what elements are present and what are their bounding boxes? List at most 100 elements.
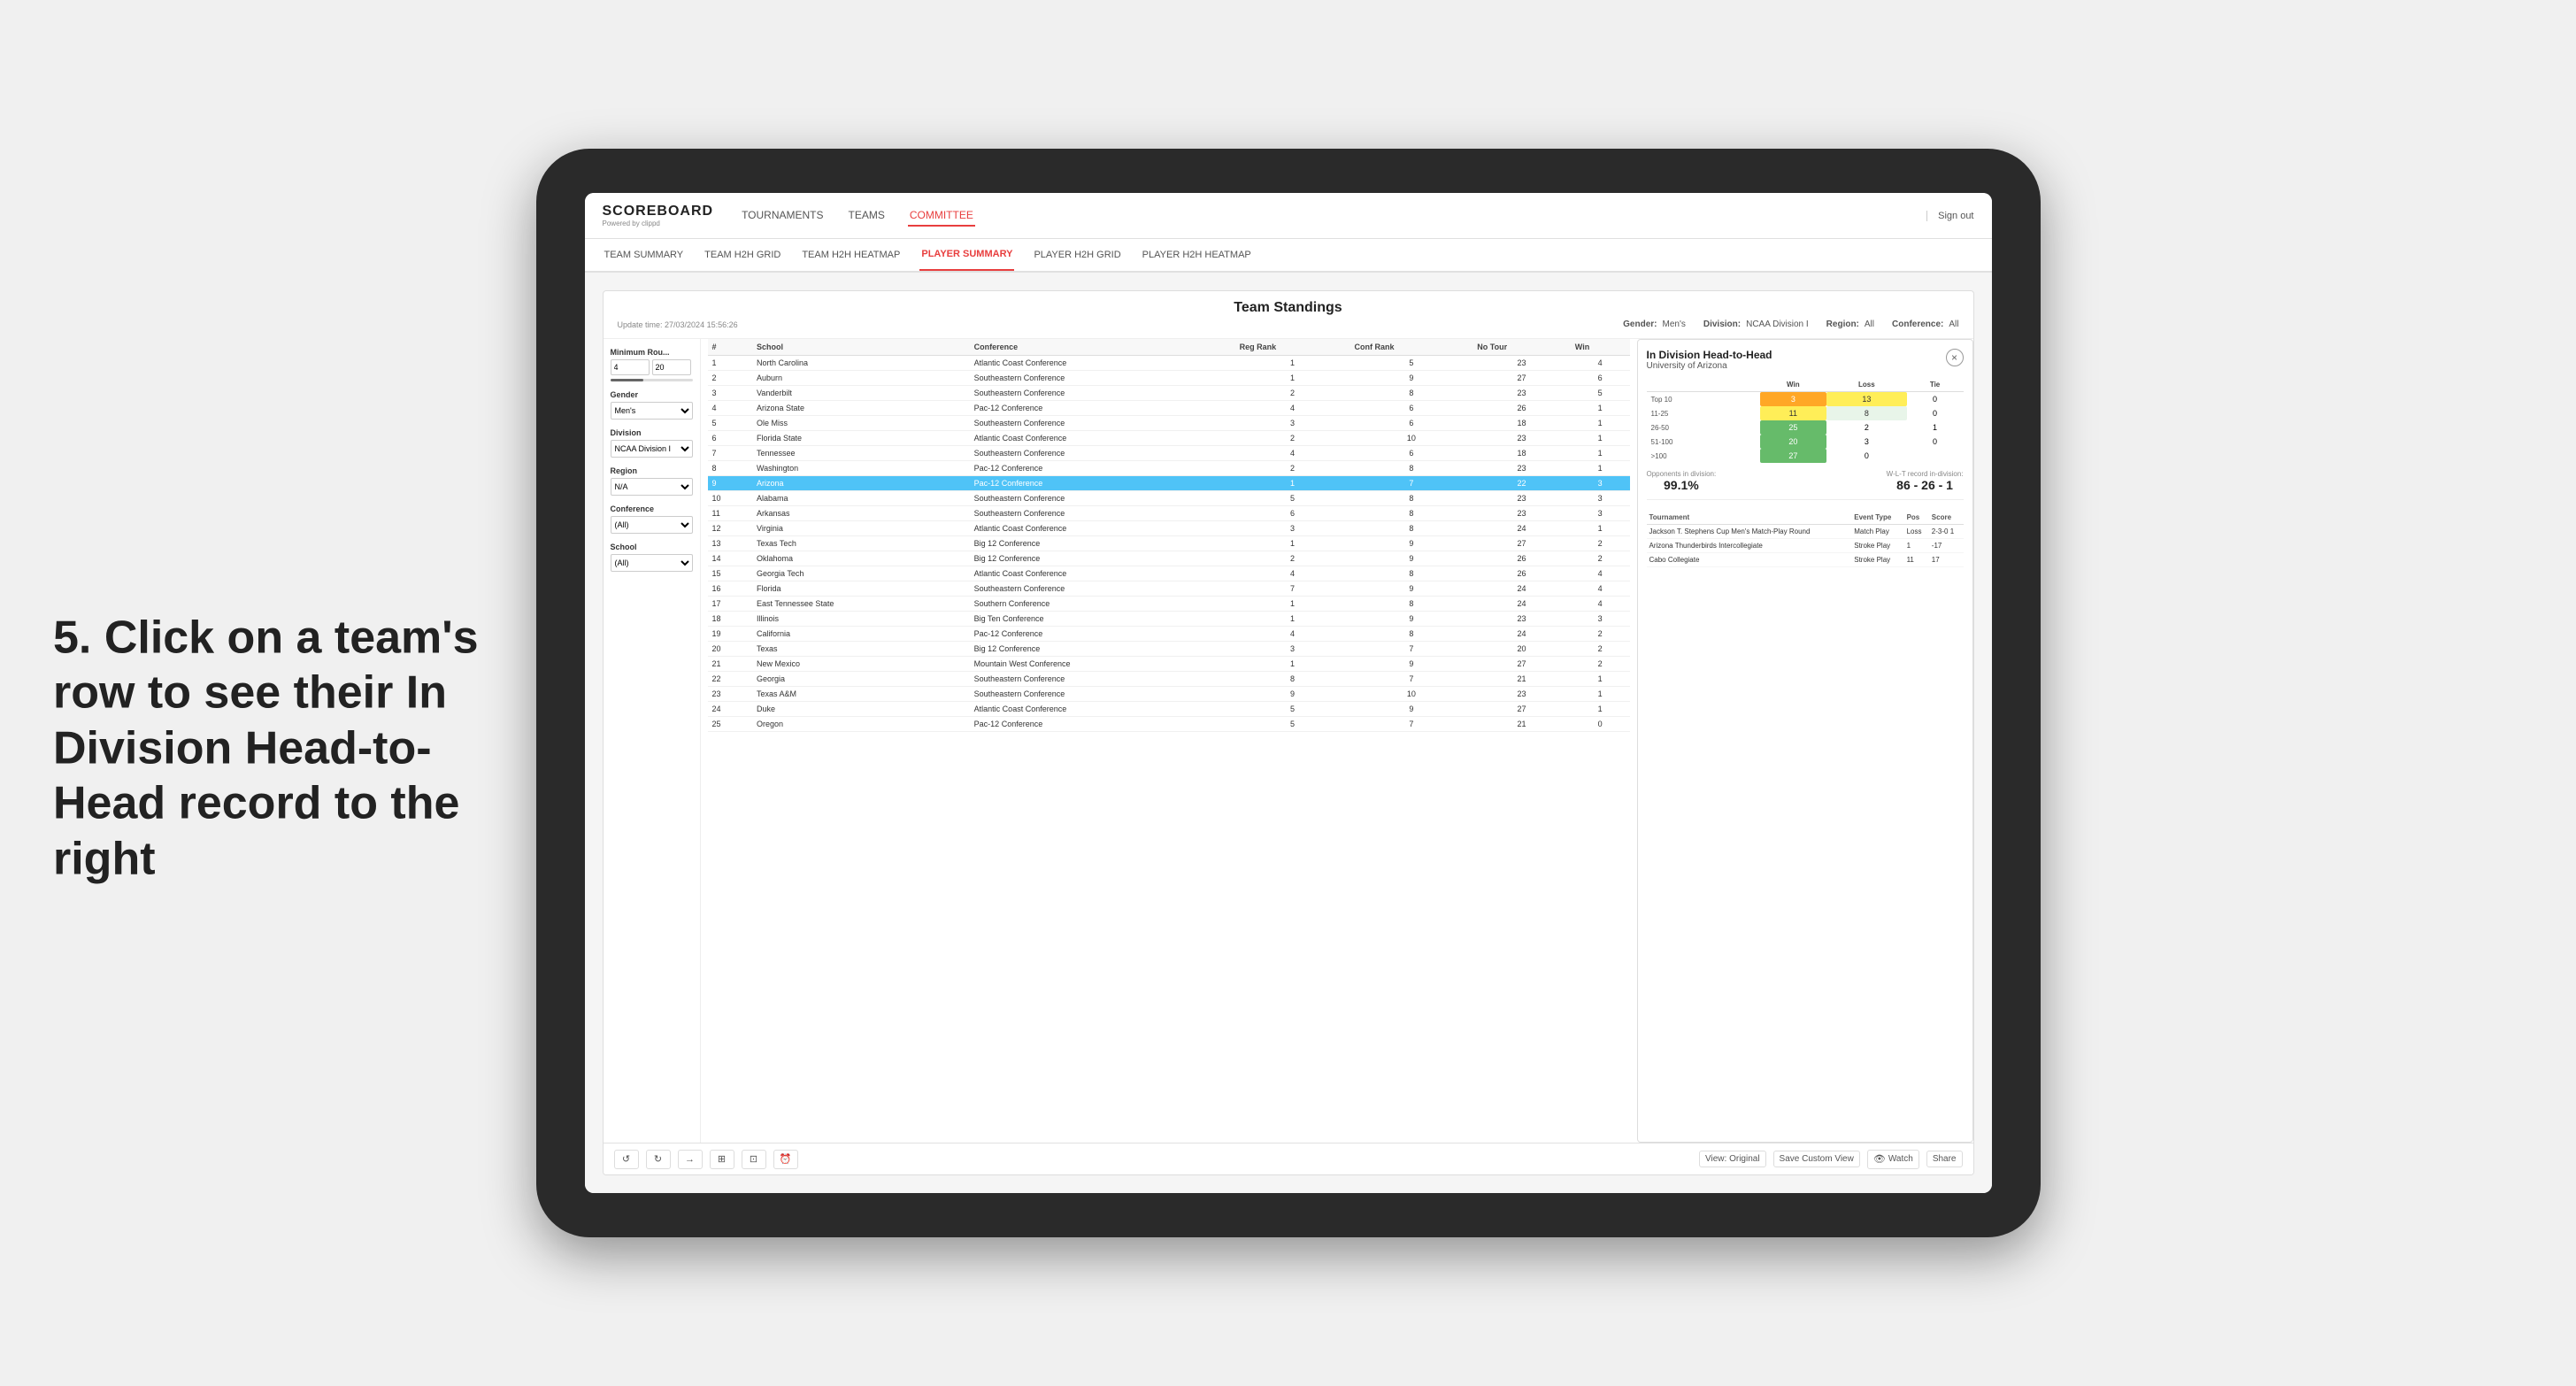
forward-button[interactable]: → — [678, 1150, 703, 1169]
cell-tour: 27 — [1473, 657, 1571, 672]
h2h-header: In Division Head-to-Head University of A… — [1647, 349, 1964, 371]
school-select[interactable]: (All) — [611, 554, 693, 572]
h2h-row: >100 27 0 — [1647, 449, 1964, 463]
subnav-team-h2h-heatmap[interactable]: TEAM H2H HEATMAP — [800, 239, 902, 271]
tour-col-score: Score — [1929, 511, 1964, 525]
copy-button[interactable]: ⊞ — [710, 1150, 734, 1169]
tablet-frame: SCOREBOARD Powered by clippd TOURNAMENTS… — [536, 149, 2041, 1237]
copy-icon: ⊞ — [716, 1153, 728, 1166]
cell-crank: 7 — [1350, 672, 1473, 687]
tour-type: Match Play — [1851, 525, 1903, 539]
paste-button[interactable]: ⊡ — [742, 1150, 766, 1169]
undo-button[interactable]: ↺ — [614, 1150, 639, 1169]
table-row[interactable]: 23 Texas A&M Southeastern Conference 9 1… — [708, 687, 1630, 702]
h2h-tie: 0 — [1907, 406, 1964, 420]
opponents-label: Opponents in division: — [1647, 470, 1717, 478]
panel-title: Team Standings — [618, 300, 1959, 316]
clock-icon: ⏰ — [780, 1153, 792, 1166]
table-row[interactable]: 21 New Mexico Mountain West Conference 1… — [708, 657, 1630, 672]
table-row[interactable]: 11 Arkansas Southeastern Conference 6 8 … — [708, 506, 1630, 521]
table-row[interactable]: 5 Ole Miss Southeastern Conference 3 6 1… — [708, 416, 1630, 431]
table-row[interactable]: 25 Oregon Pac-12 Conference 5 7 21 0 — [708, 717, 1630, 732]
cell-num: 10 — [708, 491, 752, 506]
conference-select[interactable]: (All) — [611, 516, 693, 534]
table-row[interactable]: 2 Auburn Southeastern Conference 1 9 27 … — [708, 371, 1630, 386]
tour-pos: Loss — [1904, 525, 1929, 539]
table-row[interactable]: 18 Illinois Big Ten Conference 1 9 23 3 — [708, 612, 1630, 627]
table-row[interactable]: 22 Georgia Southeastern Conference 8 7 2… — [708, 672, 1630, 687]
cell-crank: 7 — [1350, 642, 1473, 657]
cell-reg: 1 — [1235, 371, 1350, 386]
cell-num: 20 — [708, 642, 752, 657]
cell-conf: Southeastern Conference — [970, 687, 1235, 702]
logo-area: SCOREBOARD Powered by clippd — [603, 204, 714, 227]
table-row[interactable]: 20 Texas Big 12 Conference 3 7 20 2 — [708, 642, 1630, 657]
annotation-text: 5. Click on a team's row to see their In… — [53, 612, 479, 884]
redo-button[interactable]: ↻ — [646, 1150, 671, 1169]
nav-tournaments[interactable]: TOURNAMENTS — [740, 205, 825, 227]
cell-num: 4 — [708, 401, 752, 416]
standings-table: # School Conference Reg Rank Conf Rank N… — [708, 339, 1630, 732]
clock-button[interactable]: ⏰ — [773, 1150, 798, 1169]
cell-crank: 8 — [1350, 461, 1473, 476]
tour-type: Stroke Play — [1851, 539, 1903, 553]
table-row[interactable]: 8 Washington Pac-12 Conference 2 8 23 1 — [708, 461, 1630, 476]
table-row[interactable]: 6 Florida State Atlantic Coast Conferenc… — [708, 431, 1630, 446]
table-row[interactable]: 15 Georgia Tech Atlantic Coast Conferenc… — [708, 566, 1630, 581]
table-row[interactable]: 4 Arizona State Pac-12 Conference 4 6 26… — [708, 401, 1630, 416]
cell-reg: 5 — [1235, 717, 1350, 732]
cell-win: 4 — [1571, 356, 1630, 371]
cell-reg: 2 — [1235, 431, 1350, 446]
division-select[interactable]: NCAA Division I — [611, 440, 693, 458]
cell-tour: 23 — [1473, 491, 1571, 506]
table-row[interactable]: 1 North Carolina Atlantic Coast Conferen… — [708, 356, 1630, 371]
table-row[interactable]: 17 East Tennessee State Southern Confere… — [708, 597, 1630, 612]
h2h-row: 26-50 25 2 1 — [1647, 420, 1964, 435]
view-original-button[interactable]: View: Original — [1699, 1151, 1766, 1167]
tour-score: -17 — [1929, 539, 1964, 553]
watch-button[interactable]: 👁 Watch — [1867, 1150, 1919, 1169]
table-row[interactable]: 16 Florida Southeastern Conference 7 9 2… — [708, 581, 1630, 597]
cell-conf: Southeastern Conference — [970, 371, 1235, 386]
h2h-close-button[interactable]: × — [1946, 349, 1964, 366]
gender-value: Men's — [1662, 320, 1685, 329]
min-rou-input1[interactable] — [611, 359, 650, 375]
min-rou-label: Minimum Rou... — [611, 348, 693, 357]
paste-icon: ⊡ — [748, 1153, 760, 1166]
table-row[interactable]: 9 Arizona Pac-12 Conference 1 7 22 3 — [708, 476, 1630, 491]
table-row[interactable]: 24 Duke Atlantic Coast Conference 5 9 27… — [708, 702, 1630, 717]
h2h-win: 25 — [1760, 420, 1827, 435]
subnav-team-h2h-grid[interactable]: TEAM H2H GRID — [703, 239, 782, 271]
gender-select[interactable]: Men's — [611, 402, 693, 420]
share-button[interactable]: Share — [1926, 1151, 1963, 1167]
table-row[interactable]: 3 Vanderbilt Southeastern Conference 2 8… — [708, 386, 1630, 401]
h2h-win: 20 — [1760, 435, 1827, 449]
table-row[interactable]: 7 Tennessee Southeastern Conference 4 6 … — [708, 446, 1630, 461]
h2h-range: 11-25 — [1647, 406, 1760, 420]
cell-win: 2 — [1571, 551, 1630, 566]
subnav-team-summary[interactable]: TEAM SUMMARY — [603, 239, 686, 271]
cell-tour: 27 — [1473, 536, 1571, 551]
table-row[interactable]: 12 Virginia Atlantic Coast Conference 3 … — [708, 521, 1630, 536]
nav-committee[interactable]: COMMITTEE — [908, 205, 975, 227]
cell-num: 23 — [708, 687, 752, 702]
cell-tour: 23 — [1473, 461, 1571, 476]
table-row[interactable]: 19 California Pac-12 Conference 4 8 24 2 — [708, 627, 1630, 642]
table-row[interactable]: 14 Oklahoma Big 12 Conference 2 9 26 2 — [708, 551, 1630, 566]
table-row[interactable]: 10 Alabama Southeastern Conference 5 8 2… — [708, 491, 1630, 506]
nav-teams[interactable]: TEAMS — [847, 205, 887, 227]
save-custom-button[interactable]: Save Custom View — [1773, 1151, 1860, 1167]
region-select[interactable]: N/A — [611, 478, 693, 496]
subnav-player-h2h-heatmap[interactable]: PLAYER H2H HEATMAP — [1141, 239, 1253, 271]
min-rou-input2[interactable] — [652, 359, 691, 375]
sign-out-button[interactable]: Sign out — [1926, 211, 1973, 221]
h2h-loss: 13 — [1826, 392, 1906, 407]
division-label: Division: — [1703, 320, 1741, 329]
col-no-tour: No Tour — [1473, 339, 1571, 356]
subnav-player-h2h-grid[interactable]: PLAYER H2H GRID — [1032, 239, 1122, 271]
cell-conf: Southeastern Conference — [970, 672, 1235, 687]
table-row[interactable]: 13 Texas Tech Big 12 Conference 1 9 27 2 — [708, 536, 1630, 551]
cell-school: Oregon — [752, 717, 970, 732]
min-rou-slider[interactable] — [611, 379, 693, 381]
subnav-player-summary[interactable]: PLAYER SUMMARY — [919, 239, 1014, 271]
